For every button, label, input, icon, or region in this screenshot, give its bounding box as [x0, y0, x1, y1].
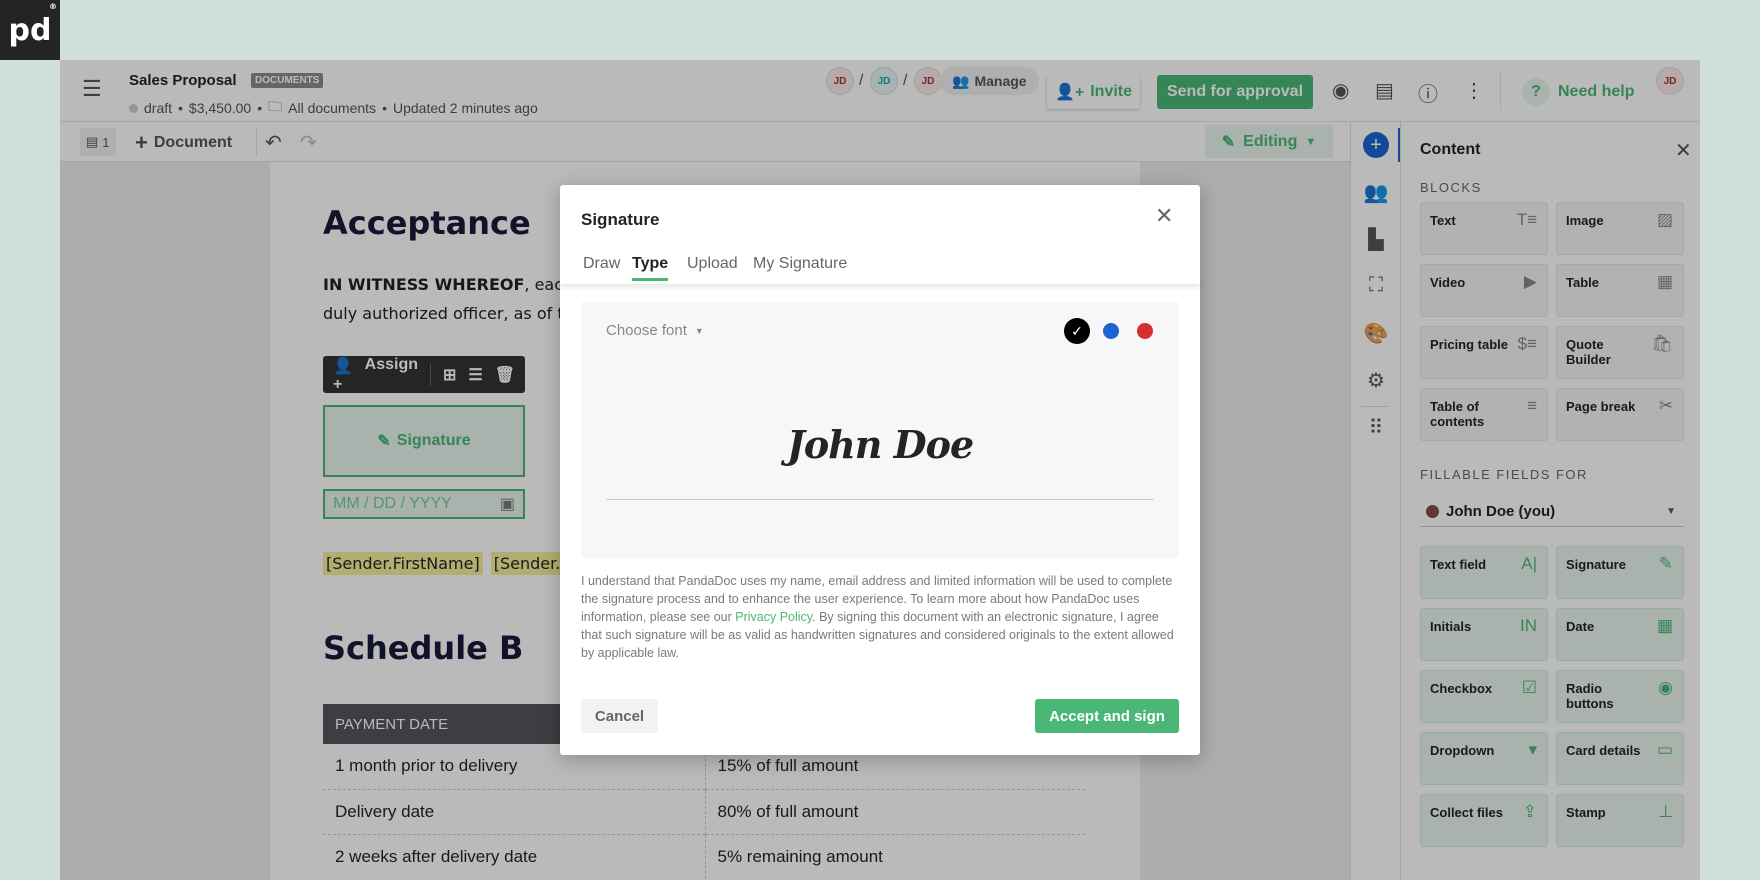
signature-baseline	[606, 499, 1154, 500]
tab-draw[interactable]: Draw	[583, 255, 620, 273]
color-red-swatch[interactable]	[1137, 323, 1153, 339]
cancel-button[interactable]: Cancel	[581, 699, 658, 733]
privacy-policy-link[interactable]: Privacy Policy	[735, 610, 812, 624]
tabs-divider	[560, 280, 1200, 284]
typed-signature[interactable]: John Doe	[581, 422, 1179, 467]
dialog-title: Signature	[581, 210, 660, 229]
tab-upload[interactable]: Upload	[687, 255, 738, 273]
font-select-label: Choose font	[606, 322, 687, 339]
logo-text: pd	[8, 12, 52, 48]
chevron-down-icon: ▼	[694, 325, 704, 336]
tab-my-signature[interactable]: My Signature	[753, 255, 847, 273]
logo-mark: ®	[49, 2, 57, 11]
signature-pad: Choose font ▼ ✓ John Doe	[581, 302, 1179, 558]
signature-dialog: Signature ✕ Draw Type Upload My Signatur…	[560, 185, 1200, 755]
close-dialog-icon[interactable]: ✕	[1155, 203, 1173, 229]
color-blue-swatch[interactable]	[1103, 323, 1119, 339]
check-icon: ✓	[1071, 323, 1083, 339]
color-black-swatch[interactable]: ✓	[1064, 318, 1090, 344]
legal-disclaimer: I understand that PandaDoc uses my name,…	[581, 572, 1181, 662]
pandadoc-logo: pd ®	[0, 0, 60, 60]
tab-type[interactable]: Type	[632, 255, 669, 281]
accept-and-sign-button[interactable]: Accept and sign	[1035, 699, 1179, 733]
font-select[interactable]: Choose font ▼	[606, 322, 704, 339]
